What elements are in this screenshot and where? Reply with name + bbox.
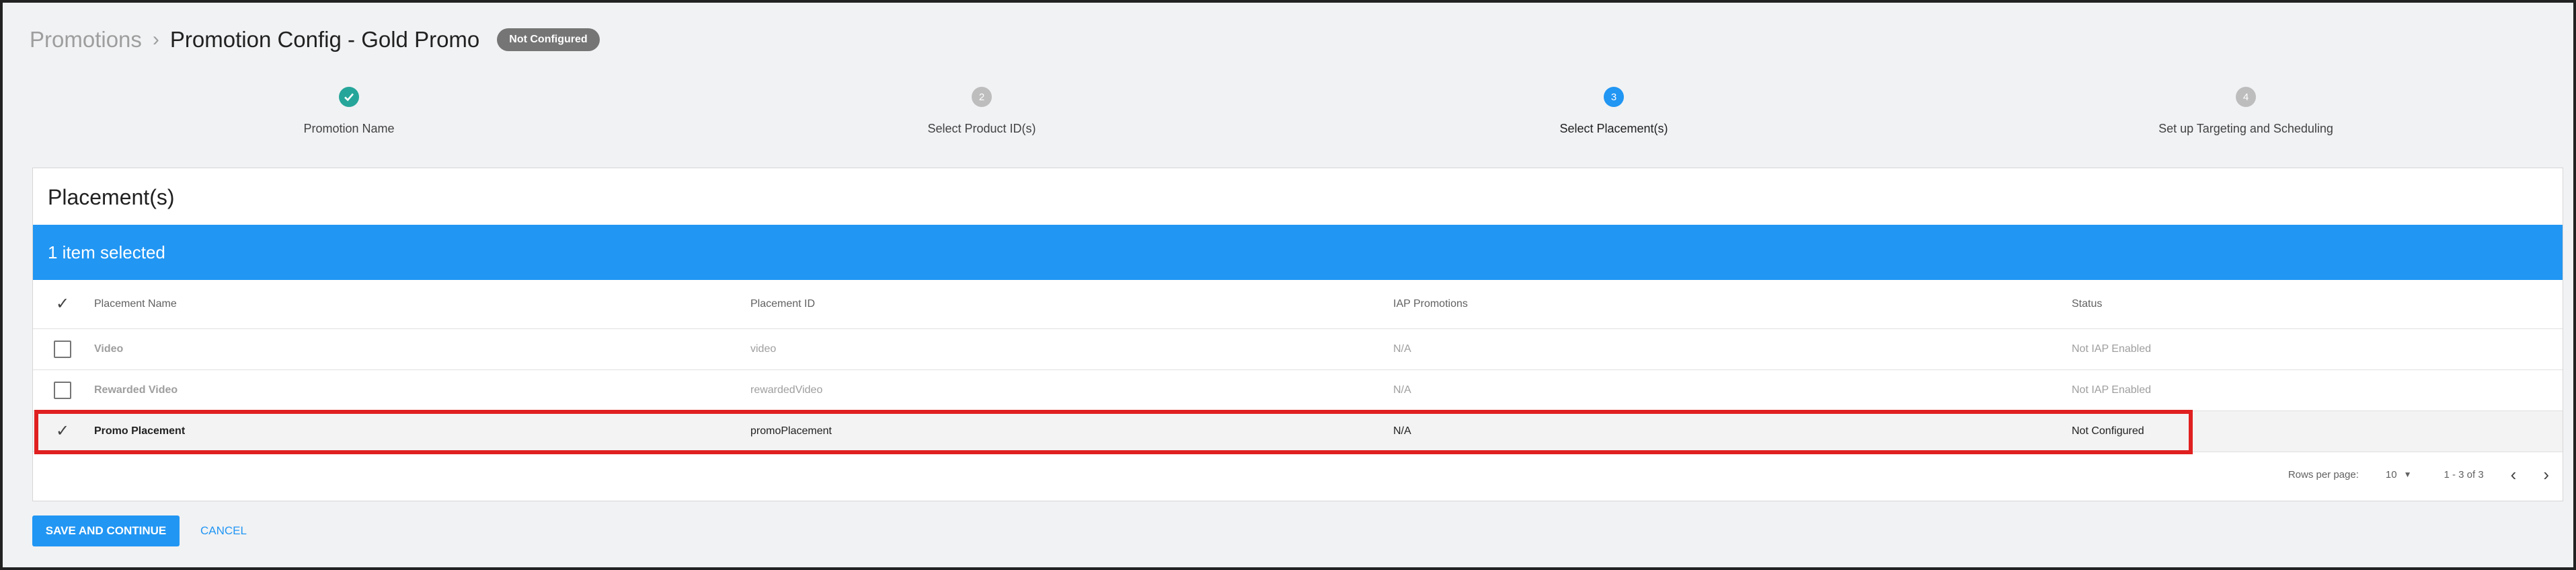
placement-status: Not IAP Enabled bbox=[2072, 343, 2152, 355]
step-number: 2 bbox=[972, 87, 992, 107]
placement-name: Video bbox=[94, 343, 124, 355]
step-promotion-name[interactable]: Promotion Name bbox=[147, 87, 551, 136]
placement-id: video bbox=[750, 343, 777, 355]
selected-count: 1 item selected bbox=[48, 242, 165, 262]
breadcrumb: Promotions › Promotion Config - Gold Pro… bbox=[30, 23, 600, 57]
chevron-left-icon[interactable]: ‹ bbox=[2511, 464, 2517, 485]
step-targeting-scheduling[interactable]: 4 Set up Targeting and Scheduling bbox=[2044, 87, 2448, 136]
placement-name: Rewarded Video bbox=[94, 384, 178, 396]
row-checkbox[interactable]: ✓ bbox=[54, 423, 71, 440]
step-label: Select Product ID(s) bbox=[927, 122, 1036, 135]
status-badge: Not Configured bbox=[497, 28, 600, 51]
page-range: 1 - 3 of 3 bbox=[2444, 468, 2484, 480]
rows-per-page-select[interactable]: 10 bbox=[2386, 469, 2397, 480]
column-header-name[interactable]: Placement Name bbox=[94, 298, 177, 310]
selection-bar: 1 item selected bbox=[33, 225, 2563, 280]
table-row[interactable]: Video video N/A Not IAP Enabled bbox=[33, 329, 2563, 370]
caret-down-icon[interactable]: ▼ bbox=[2404, 470, 2412, 479]
rows-per-page-label: Rows per page: bbox=[2288, 468, 2359, 480]
placements-card: Placement(s) 1 item selected ✓ Placement… bbox=[32, 168, 2563, 501]
row-checkbox[interactable] bbox=[54, 341, 71, 358]
placement-status: Not Configured bbox=[2072, 425, 2144, 437]
step-number: 4 bbox=[2236, 87, 2256, 107]
stepper: Promotion Name 2 Select Product ID(s) 3 … bbox=[32, 87, 2563, 141]
placement-id: promoPlacement bbox=[750, 425, 832, 437]
placement-id: rewardedVideo bbox=[750, 384, 823, 396]
table-header: ✓ Placement Name Placement ID IAP Promot… bbox=[33, 280, 2563, 329]
save-and-continue-button[interactable]: SAVE AND CONTINUE bbox=[32, 515, 180, 546]
iap-promotions: N/A bbox=[1393, 384, 1411, 396]
chevron-right-icon[interactable]: › bbox=[2543, 464, 2549, 485]
row-checkbox[interactable] bbox=[54, 382, 71, 399]
column-header-status[interactable]: Status bbox=[2072, 298, 2102, 310]
breadcrumb-promotions-link[interactable]: Promotions bbox=[30, 27, 142, 52]
step-label: Set up Targeting and Scheduling bbox=[2158, 122, 2333, 135]
cancel-button[interactable]: CANCEL bbox=[200, 515, 247, 546]
iap-promotions: N/A bbox=[1393, 425, 1411, 437]
table-row[interactable]: Rewarded Video rewardedVideo N/A Not IAP… bbox=[33, 370, 2563, 411]
check-icon bbox=[339, 87, 359, 107]
step-label: Select Placement(s) bbox=[1559, 122, 1668, 135]
app-frame: Promotions › Promotion Config - Gold Pro… bbox=[0, 0, 2576, 570]
select-all-checkbox[interactable]: ✓ bbox=[54, 295, 71, 313]
column-header-id[interactable]: Placement ID bbox=[750, 298, 815, 310]
chevron-right-icon: › bbox=[152, 28, 159, 50]
column-header-iap[interactable]: IAP Promotions bbox=[1393, 298, 1468, 310]
check-icon: ✓ bbox=[55, 295, 70, 313]
step-select-placements[interactable]: 3 Select Placement(s) bbox=[1412, 87, 1816, 136]
step-select-product-ids[interactable]: 2 Select Product ID(s) bbox=[780, 87, 1183, 136]
placement-status: Not IAP Enabled bbox=[2072, 384, 2152, 396]
pagination: Rows per page: 10 ▼ 1 - 3 of 3 ‹ › bbox=[2288, 464, 2549, 485]
card-title: Placement(s) bbox=[48, 185, 175, 209]
step-label: Promotion Name bbox=[303, 122, 395, 135]
placement-name: Promo Placement bbox=[94, 425, 186, 437]
page-title: Promotion Config - Gold Promo bbox=[169, 27, 480, 52]
table-row[interactable]: ✓ Promo Placement promoPlacement N/A Not… bbox=[33, 411, 2563, 452]
iap-promotions: N/A bbox=[1393, 343, 1411, 355]
check-icon: ✓ bbox=[55, 422, 70, 440]
step-number: 3 bbox=[1604, 87, 1624, 107]
